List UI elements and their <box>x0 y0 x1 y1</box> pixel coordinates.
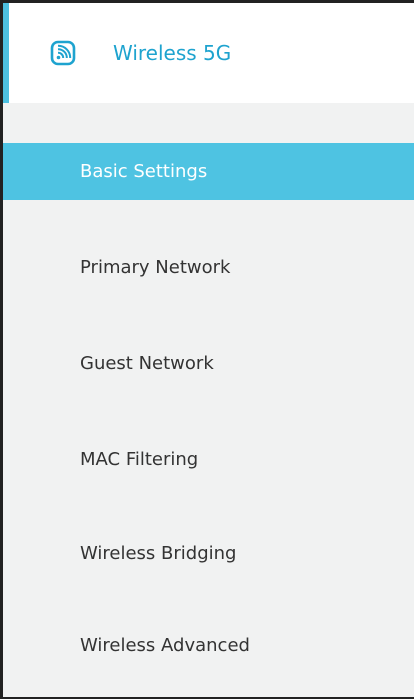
wireless-signal-icon <box>49 39 77 67</box>
menu-item-guest-network[interactable]: Guest Network <box>3 335 414 392</box>
submenu-list: Basic Settings Primary Network Guest Net… <box>3 103 414 697</box>
menu-item-wireless-bridging[interactable]: Wireless Bridging <box>3 525 414 582</box>
menu-item-mac-filtering[interactable]: MAC Filtering <box>3 431 414 488</box>
menu-item-basic-settings[interactable]: Basic Settings <box>3 143 414 200</box>
menu-item-wireless-advanced[interactable]: Wireless Advanced <box>3 617 414 674</box>
sidebar-panel: Wireless 5G Basic Settings Primary Netwo… <box>0 0 414 699</box>
menu-item-primary-network[interactable]: Primary Network <box>3 239 414 296</box>
sidebar-section-header[interactable]: Wireless 5G <box>3 3 414 103</box>
section-title: Wireless 5G <box>113 41 232 65</box>
